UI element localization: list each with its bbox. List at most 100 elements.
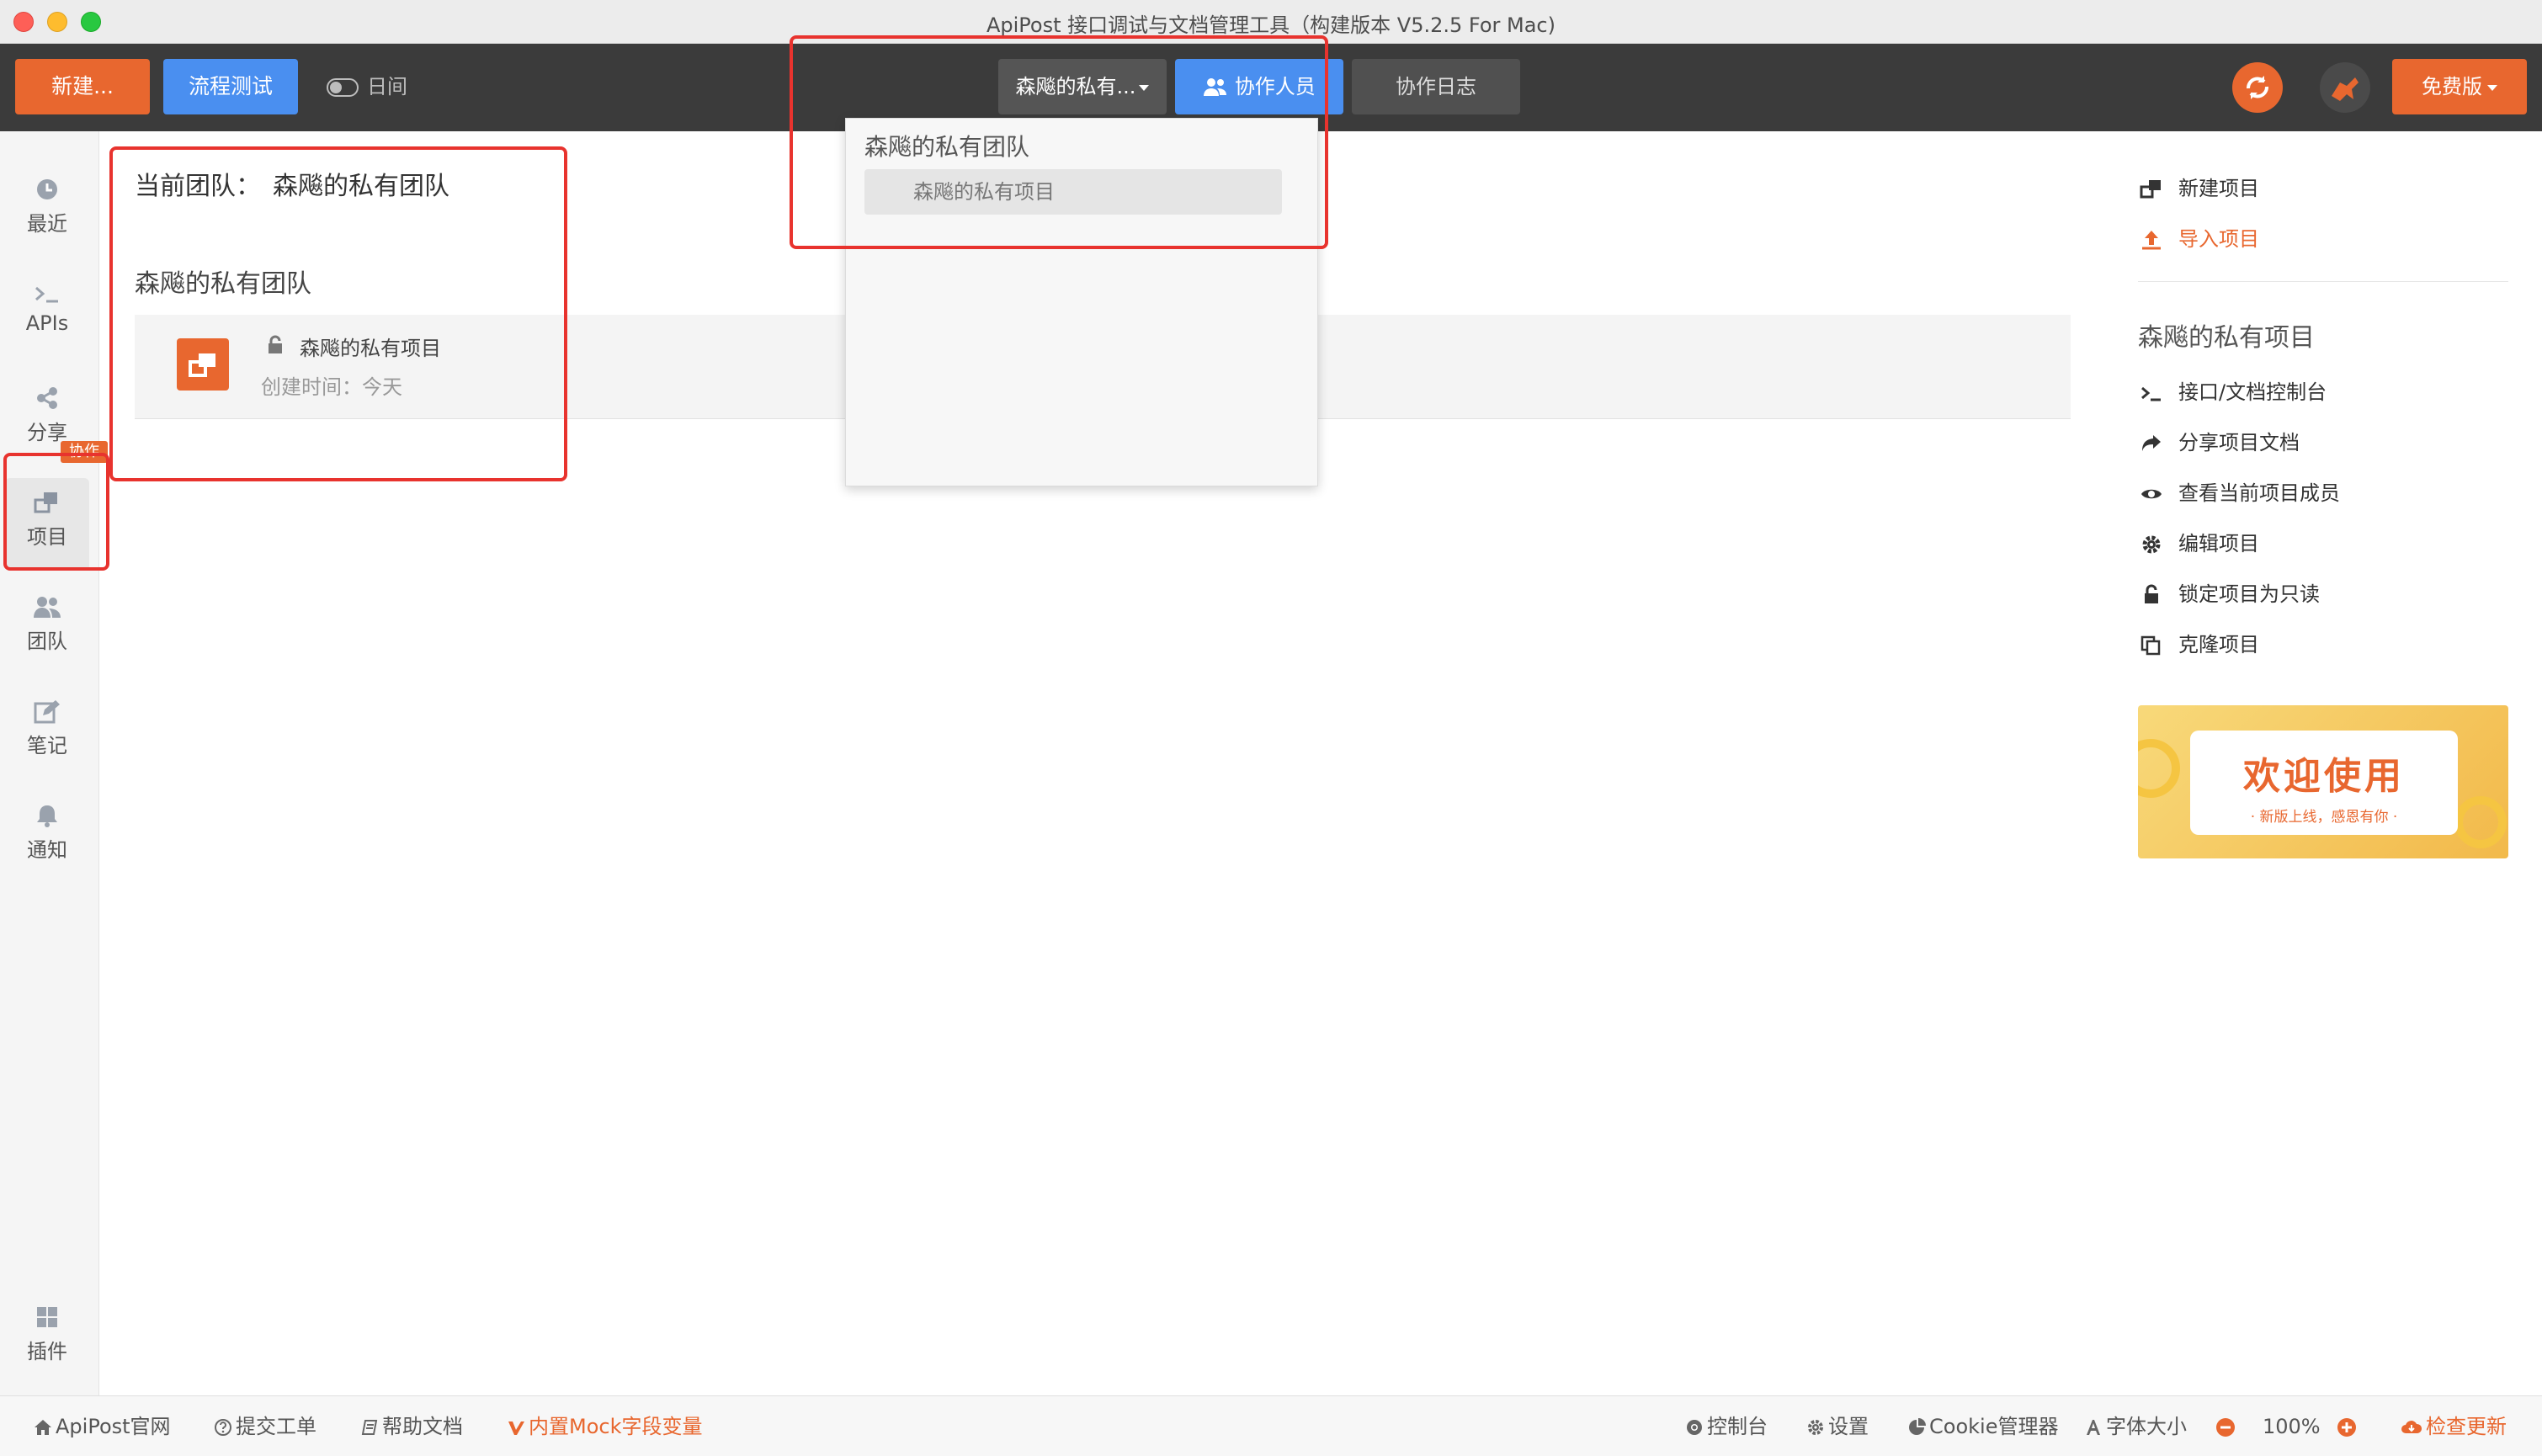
cloud-download-icon bbox=[2401, 1421, 2422, 1433]
banner-ring-decoration bbox=[2138, 739, 2180, 798]
clone-project-link[interactable]: 克隆项目 bbox=[2140, 628, 2259, 662]
welcome-banner[interactable]: 欢迎使用 · 新版上线，感恩有你 · bbox=[2138, 705, 2508, 858]
submit-ticket-link[interactable]: 提交工单 bbox=[214, 1413, 316, 1440]
import-project-link[interactable]: 导入项目 bbox=[2140, 222, 2259, 256]
flow-test-button[interactable]: 流程测试 bbox=[163, 59, 298, 114]
sidebar-item-team[interactable]: 团队 bbox=[5, 582, 89, 675]
window-title: ApiPost 接口调试与文档管理工具（构建版本 V5.2.5 For Mac) bbox=[986, 13, 1556, 37]
sidebar-item-label: 通知 bbox=[27, 838, 67, 862]
sidebar-item-notify[interactable]: 通知 bbox=[5, 791, 89, 884]
team-select[interactable]: 森飚的私有... bbox=[998, 59, 1167, 114]
submit-ticket-label: 提交工单 bbox=[236, 1415, 316, 1438]
zoom-level: 100% bbox=[2263, 1415, 2321, 1438]
current-team-label: 当前团队： bbox=[135, 172, 261, 201]
left-sidebar: 最近 APIs 分享 项目 团队 笔记 通知 插件 bbox=[0, 131, 99, 1395]
share-docs-link[interactable]: 分享项目文档 bbox=[2140, 426, 2300, 460]
lock-project-link[interactable]: 锁定项目为只读 bbox=[2140, 577, 2320, 611]
book-icon bbox=[361, 1420, 378, 1435]
day-night-toggle[interactable]: 日间 bbox=[327, 59, 407, 114]
team-heading: 森飚的私有团队 bbox=[135, 269, 311, 299]
team-icon bbox=[34, 597, 61, 618]
sidebar-item-label: 最近 bbox=[27, 212, 67, 236]
project-name[interactable]: 森飚的私有项目 bbox=[300, 332, 441, 361]
zoom-out-button[interactable] bbox=[2215, 1413, 2239, 1440]
check-update-label: 检查更新 bbox=[2426, 1415, 2507, 1438]
gear-icon bbox=[2142, 535, 2161, 554]
team-select-label: 森飚的私有... bbox=[1015, 75, 1136, 98]
share-icon bbox=[37, 387, 57, 409]
sidebar-item-plugins[interactable]: 插件 bbox=[5, 1293, 89, 1385]
edit-project-link[interactable]: 编辑项目 bbox=[2140, 527, 2259, 561]
pie-icon bbox=[1909, 1418, 1926, 1435]
collaborators-label: 协作人员 bbox=[1234, 75, 1316, 98]
chrome-icon bbox=[1687, 1420, 1702, 1435]
sync-icon bbox=[2247, 76, 2268, 99]
users-icon bbox=[1204, 78, 1227, 96]
share-arrow-icon bbox=[2142, 435, 2161, 451]
current-team: 当前团队： 森飚的私有团队 bbox=[135, 165, 449, 202]
cookie-manager-button[interactable]: Cookie管理器 bbox=[1907, 1413, 2058, 1440]
clone-project-label: 克隆项目 bbox=[2178, 633, 2259, 656]
question-circle-icon bbox=[215, 1419, 231, 1436]
share-docs-label: 分享项目文档 bbox=[2178, 431, 2300, 454]
day-night-label: 日间 bbox=[367, 75, 407, 98]
settings-button[interactable]: 设置 bbox=[1806, 1413, 1869, 1440]
api-console-link[interactable]: 接口/文档控制台 bbox=[2140, 375, 2327, 409]
zoom-in-button[interactable] bbox=[2337, 1413, 2360, 1440]
sidebar-item-recent[interactable]: 最近 bbox=[5, 165, 89, 258]
avatar[interactable] bbox=[2320, 62, 2370, 113]
mock-vars-link[interactable]: 内置Mock字段变量 bbox=[507, 1413, 702, 1440]
sidebar-item-apis[interactable]: APIs bbox=[5, 269, 89, 362]
sync-button[interactable] bbox=[2232, 62, 2283, 113]
caret-down-icon bbox=[1139, 84, 1150, 91]
lock-icon bbox=[2145, 584, 2158, 603]
upload-icon bbox=[2142, 231, 2161, 250]
dropdown-team-label: 森飚的私有团队 bbox=[864, 133, 1030, 161]
website-link[interactable]: ApiPost官网 bbox=[34, 1413, 171, 1440]
terminal-icon bbox=[2141, 386, 2161, 401]
projects-icon bbox=[189, 353, 215, 377]
sidebar-item-label: APIs bbox=[25, 311, 69, 335]
caret-down-icon bbox=[2487, 84, 2497, 91]
project-heading: 森飚的私有项目 bbox=[2138, 323, 2315, 353]
banner-card: 欢迎使用 · 新版上线，感恩有你 · bbox=[2190, 731, 2458, 835]
font-icon bbox=[2087, 1420, 2100, 1435]
plus-circle-icon bbox=[2337, 1418, 2356, 1437]
collab-log-button[interactable]: 协作日志 bbox=[1352, 59, 1520, 114]
bell-icon bbox=[37, 805, 57, 827]
new-button[interactable]: 新建... bbox=[15, 59, 150, 114]
font-size-button[interactable]: 字体大小 bbox=[2084, 1413, 2187, 1440]
help-docs-link[interactable]: 帮助文档 bbox=[360, 1413, 463, 1440]
plan-label: 免费版 bbox=[2422, 75, 2482, 98]
minus-circle-icon bbox=[2216, 1418, 2235, 1437]
lock-icon bbox=[269, 335, 282, 353]
sidebar-item-notes[interactable]: 笔记 bbox=[5, 687, 89, 779]
view-members-link[interactable]: 查看当前项目成员 bbox=[2140, 476, 2340, 510]
home-icon bbox=[35, 1420, 51, 1435]
mock-vars-label: 内置Mock字段变量 bbox=[529, 1415, 703, 1438]
help-docs-label: 帮助文档 bbox=[382, 1415, 463, 1438]
status-bar: ApiPost官网 提交工单 帮助文档 内置Mock字段变量 控制台 设置 Co… bbox=[0, 1395, 2542, 1456]
edit-project-label: 编辑项目 bbox=[2178, 532, 2259, 555]
v-logo-icon bbox=[508, 1421, 524, 1435]
console-button[interactable]: 控制台 bbox=[1685, 1413, 1768, 1440]
grid-icon bbox=[37, 1307, 57, 1327]
team-dropdown-menu: 森飚的私有团队 森飚的私有项目 bbox=[845, 118, 1318, 486]
plan-button[interactable]: 免费版 bbox=[2392, 59, 2527, 114]
collaborators-button[interactable]: 协作人员 bbox=[1175, 59, 1343, 114]
projects-icon bbox=[34, 492, 57, 513]
view-members-label: 查看当前项目成员 bbox=[2178, 481, 2340, 505]
sidebar-item-project[interactable]: 项目 bbox=[5, 478, 89, 571]
import-project-label: 导入项目 bbox=[2178, 227, 2259, 251]
dropdown-project-item[interactable]: 森飚的私有项目 bbox=[864, 169, 1282, 215]
gear-icon bbox=[1808, 1420, 1823, 1435]
banner-title: 欢迎使用 bbox=[2243, 755, 2405, 798]
check-update-button[interactable]: 检查更新 bbox=[2401, 1413, 2507, 1440]
new-project-link[interactable]: 新建项目 bbox=[2140, 172, 2259, 205]
api-console-label: 接口/文档控制台 bbox=[2178, 380, 2327, 404]
console-label: 控制台 bbox=[1707, 1415, 1768, 1438]
toggle-switch-icon bbox=[327, 78, 359, 97]
collab-badge: 协作 bbox=[61, 441, 108, 463]
title-bar: ApiPost 接口调试与文档管理工具（构建版本 V5.2.5 For Mac) bbox=[0, 0, 2542, 44]
edit-icon bbox=[34, 700, 60, 724]
